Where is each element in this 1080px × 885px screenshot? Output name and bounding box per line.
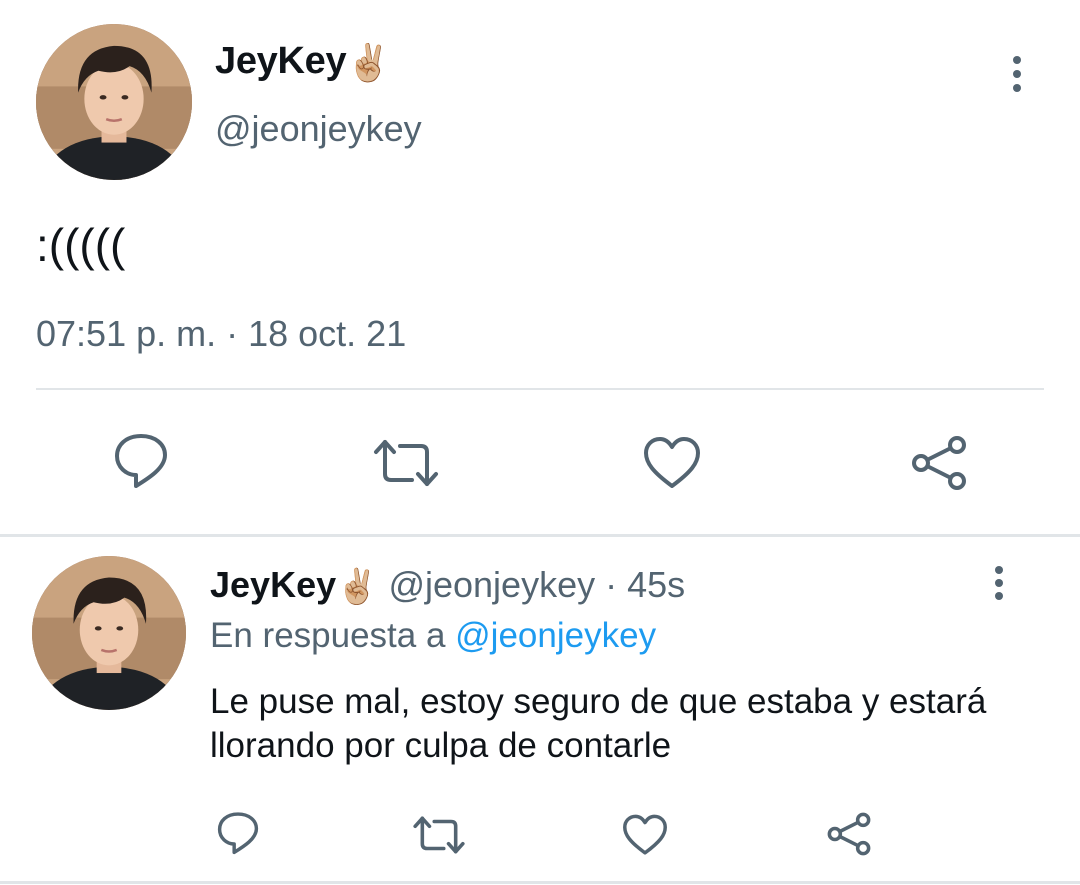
- avatar[interactable]: [36, 24, 192, 180]
- divider: [36, 388, 1044, 390]
- tweet-text: :(((((: [36, 219, 126, 271]
- replying-to: En respuesta a @jeonjeykey: [210, 616, 656, 656]
- reply-avatar[interactable]: [32, 556, 186, 710]
- section-divider: [0, 534, 1080, 537]
- reply-header: JeyKey✌🏼 @jeonjeykey · 45s: [210, 564, 685, 607]
- reply-avatar-image: [32, 556, 186, 710]
- like-icon[interactable]: [622, 814, 668, 856]
- reply-icon[interactable]: [216, 811, 260, 857]
- reply-tweet-text: Le puse mal, estoy seguro de que estaba …: [210, 682, 987, 765]
- reply-more-options-icon[interactable]: [994, 566, 1004, 600]
- reply-icon[interactable]: [113, 432, 169, 492]
- more-options-icon[interactable]: [1012, 56, 1022, 92]
- reply-separator: ·: [595, 564, 628, 605]
- like-icon[interactable]: [643, 436, 701, 490]
- display-name-text: JeyKey: [215, 40, 347, 82]
- victory-hand-emoji: ✌🏼: [336, 568, 379, 607]
- replying-to-label: En respuesta a: [210, 616, 456, 655]
- display-name[interactable]: JeyKey✌🏼: [215, 40, 391, 84]
- reply-display-name[interactable]: JeyKey: [210, 564, 336, 605]
- avatar-image: [36, 24, 192, 180]
- replying-to-handle-link[interactable]: @jeonjeykey: [455, 616, 656, 655]
- reply-time-ago[interactable]: 45s: [627, 564, 685, 605]
- victory-hand-emoji: ✌🏼: [346, 41, 391, 83]
- retweet-icon[interactable]: [372, 438, 440, 488]
- retweet-icon[interactable]: [412, 815, 466, 855]
- share-icon[interactable]: [910, 435, 968, 491]
- handle[interactable]: @jeonjeykey: [215, 108, 422, 150]
- tweet-timestamp[interactable]: 07:51 p. m. · 18 oct. 21: [36, 313, 406, 355]
- reply-handle[interactable]: @jeonjeykey: [388, 564, 595, 605]
- bottom-divider: [0, 881, 1080, 884]
- share-icon[interactable]: [826, 812, 872, 856]
